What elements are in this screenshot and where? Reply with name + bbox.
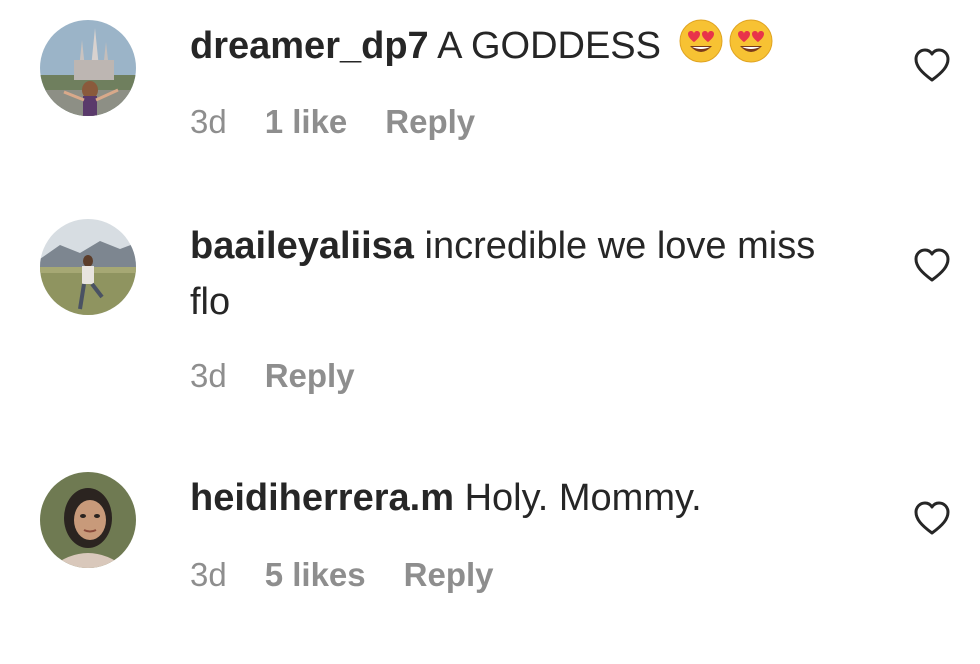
comment-likes-count[interactable]: 1 like xyxy=(265,103,348,141)
comment-username[interactable]: dreamer_dp7 xyxy=(190,25,429,67)
like-heart-icon[interactable] xyxy=(913,247,951,283)
comment-meta: 3d Reply xyxy=(190,357,355,395)
reply-button[interactable]: Reply xyxy=(385,103,475,141)
comment-meta: 3d 5 likes Reply xyxy=(190,556,494,594)
avatar-photo-field xyxy=(40,219,136,315)
heart-eyes-emoji-icon xyxy=(678,18,724,64)
comment-meta: 3d 1 like Reply xyxy=(190,103,475,141)
avatar[interactable] xyxy=(40,219,136,315)
avatar[interactable] xyxy=(40,472,136,568)
comment-timestamp: 3d xyxy=(190,103,227,140)
avatar[interactable] xyxy=(40,20,136,116)
comment-text: baaileyaliisa incredible we love miss fl… xyxy=(190,218,830,330)
like-heart-icon[interactable] xyxy=(913,500,951,536)
reply-button[interactable]: Reply xyxy=(404,556,494,594)
comment-message: A GODDESS xyxy=(437,25,661,67)
comment-text: dreamer_dp7 A GODDESS xyxy=(190,18,830,80)
emoji-group xyxy=(678,18,778,80)
reply-button[interactable]: Reply xyxy=(265,357,355,395)
like-heart-icon[interactable] xyxy=(913,47,951,83)
avatar-photo-castle xyxy=(40,20,136,116)
comment-message: Holy. Mommy. xyxy=(464,477,702,519)
comment-username[interactable]: baaileyaliisa xyxy=(190,225,414,267)
heart-eyes-emoji-icon xyxy=(728,18,774,64)
comment-username[interactable]: heidiherrera.m xyxy=(190,477,454,519)
comment-timestamp: 3d xyxy=(190,357,227,394)
comment-likes-count[interactable]: 5 likes xyxy=(265,556,366,594)
avatar-photo-portrait xyxy=(40,472,136,568)
comment-text: heidiherrera.m Holy. Mommy. xyxy=(190,470,830,526)
comment-timestamp: 3d xyxy=(190,556,227,593)
comments-list: dreamer_dp7 A GODDESS 3d 1 like Reply ba… xyxy=(0,0,980,664)
